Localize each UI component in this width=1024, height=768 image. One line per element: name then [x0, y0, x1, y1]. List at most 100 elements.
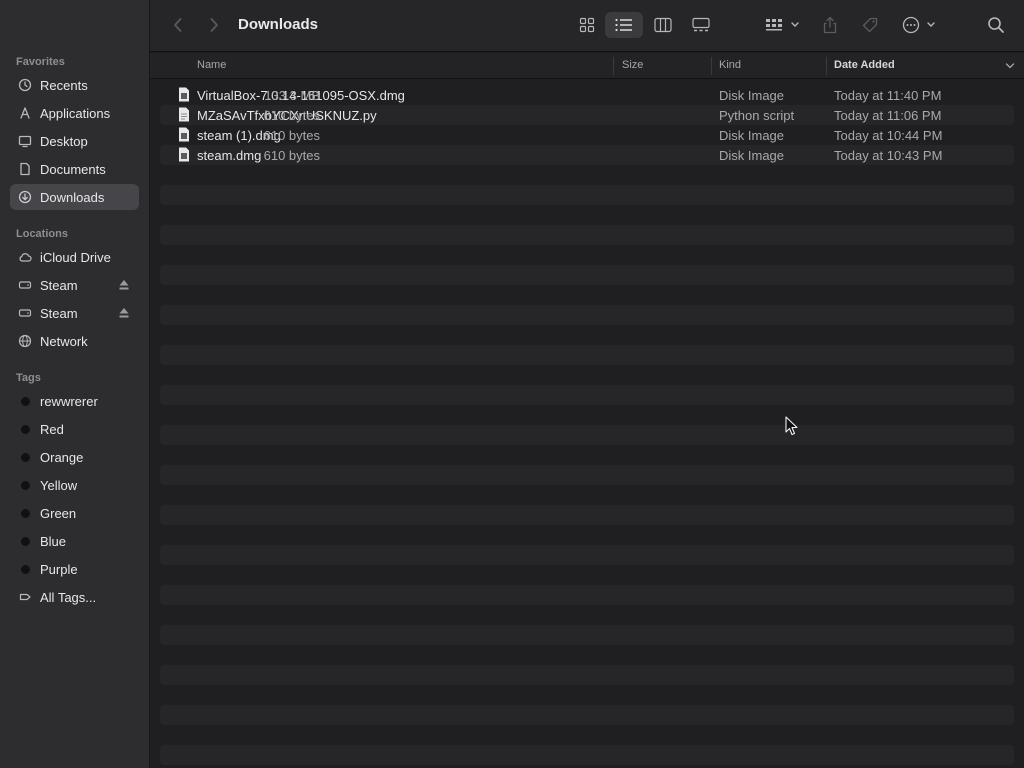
column-name[interactable]: Name: [197, 59, 226, 71]
share-icon: [823, 16, 837, 34]
sidebar-item-tag-yellow[interactable]: Yellow: [10, 472, 139, 498]
group-by-button[interactable]: [762, 12, 804, 38]
chevron-right-icon: [210, 18, 218, 32]
sidebar-item-tag-blue[interactable]: Blue: [10, 528, 139, 554]
file-kind: Disk Image: [719, 148, 785, 163]
column-view-button[interactable]: [646, 12, 680, 38]
search-button[interactable]: [984, 12, 1008, 38]
grid-icon: [579, 17, 595, 33]
favorites-header: Favorites: [16, 56, 65, 68]
disk-image-file-icon: [179, 127, 189, 142]
sidebar-item-label: All Tags...: [40, 589, 97, 605]
sidebar-item-label: Orange: [40, 449, 84, 465]
sidebar-item-label: Purple: [40, 561, 78, 577]
sidebar-item-tag-purple[interactable]: Purple: [10, 556, 139, 582]
sidebar-item-tag-red[interactable]: Red: [10, 416, 139, 442]
more-actions-button[interactable]: [898, 12, 940, 38]
sidebar-item-downloads[interactable]: Downloads: [10, 184, 139, 210]
file-date-added: Today at 11:06 PM: [834, 108, 942, 123]
all-tags-icon: [18, 590, 32, 604]
sidebar-item-all-tags[interactable]: All Tags...: [10, 584, 139, 610]
tag-color-icon: [18, 478, 32, 492]
disk-image-file-icon: [179, 87, 189, 102]
tag-button[interactable]: [858, 12, 882, 38]
column-header-bar: Name Size Kind Date Added: [150, 53, 1024, 79]
sidebar: Favorites Recents Applications Desktop D…: [0, 0, 150, 768]
drive-icon: [18, 306, 32, 320]
columns-icon: [654, 17, 672, 33]
forward-button[interactable]: [204, 12, 224, 38]
column-divider[interactable]: [826, 57, 827, 75]
sidebar-item-steam[interactable]: Steam: [10, 300, 139, 326]
file-size: 610 bytes: [263, 128, 320, 143]
sidebar-item-label: Applications: [40, 105, 111, 121]
tag-color-icon: [18, 506, 32, 520]
tag-color-icon: [18, 422, 32, 436]
file-kind: Python script: [719, 108, 795, 123]
drive-icon: [18, 278, 32, 292]
sidebar-item-label: Documents: [40, 161, 106, 177]
sidebar-item-tag-green[interactable]: Green: [10, 500, 139, 526]
back-button[interactable]: [168, 12, 188, 38]
table-row[interactable]: steam (1).dmg 610 bytes Disk Image Today…: [160, 125, 1014, 145]
column-kind[interactable]: Kind: [719, 59, 741, 71]
tags-header: Tags: [16, 372, 41, 384]
gallery-icon: [692, 17, 710, 32]
file-kind: Disk Image: [719, 88, 785, 103]
file-date-added: Today at 10:43 PM: [834, 148, 943, 163]
table-row[interactable]: VirtualBox-7.0.14-161095-OSX.dmg 133.3 M…: [160, 85, 1014, 105]
column-size[interactable]: Size: [622, 59, 643, 71]
sidebar-item-steam[interactable]: Steam: [10, 272, 139, 298]
icon-view-button[interactable]: [570, 12, 604, 38]
tag-color-icon: [18, 394, 32, 408]
desktop-icon: [18, 134, 32, 148]
cloud-icon: [18, 250, 32, 264]
sidebar-item-label: Red: [40, 421, 64, 437]
eject-icon[interactable]: [119, 279, 129, 291]
sidebar-item-applications[interactable]: Applications: [10, 100, 139, 126]
locations-header: Locations: [16, 228, 68, 240]
toolbar: Downloads: [150, 0, 1024, 52]
column-divider[interactable]: [613, 57, 614, 75]
file-date-added: Today at 10:44 PM: [834, 128, 943, 143]
sidebar-item-desktop[interactable]: Desktop: [10, 128, 139, 154]
sidebar-item-documents[interactable]: Documents: [10, 156, 139, 182]
list-icon: [615, 18, 632, 32]
sidebar-item-recents[interactable]: Recents: [10, 72, 139, 98]
table-row[interactable]: steam.dmg 610 bytes Disk Image Today at …: [160, 145, 1014, 165]
sidebar-item-label: Green: [40, 505, 77, 521]
sidebar-item-label: Downloads: [40, 189, 105, 205]
tag-color-icon: [18, 450, 32, 464]
column-date-added[interactable]: Date Added: [834, 59, 895, 71]
eject-icon[interactable]: [119, 307, 129, 319]
column-divider[interactable]: [711, 57, 712, 75]
list-view-button[interactable]: [605, 12, 643, 38]
sidebar-item-icloud-drive[interactable]: iCloud Drive: [10, 244, 139, 270]
file-kind: Disk Image: [719, 128, 785, 143]
applications-icon: [18, 106, 32, 120]
main-content: Downloads Name Size Kind Date Added Virt…: [150, 0, 1024, 768]
sidebar-item-label: Recents: [40, 77, 88, 93]
document-icon: [18, 162, 32, 176]
python-file-icon: [179, 107, 189, 122]
file-size: 610 bytes: [263, 108, 320, 123]
sidebar-item-label: Steam: [40, 305, 78, 321]
sidebar-item-label: rewwrerer: [40, 393, 98, 409]
tag-color-icon: [18, 562, 32, 576]
sidebar-item-label: Network: [40, 333, 88, 349]
share-button[interactable]: [818, 12, 842, 38]
sidebar-item-label: Blue: [40, 533, 67, 549]
gallery-view-button[interactable]: [684, 12, 718, 38]
sidebar-item-network[interactable]: Network: [10, 328, 139, 354]
sort-chevron-down-icon[interactable]: [1005, 62, 1015, 70]
ellipsis-circle-icon: [902, 16, 935, 34]
table-row[interactable]: MZaSAvTfxbYCXnUSKNUZ.py 610 bytes Python…: [160, 105, 1014, 125]
sidebar-item-tag-orange[interactable]: Orange: [10, 444, 139, 470]
tag-icon: [862, 17, 878, 33]
file-size: 133.3 MB: [264, 88, 320, 103]
file-name: steam.dmg: [197, 148, 262, 163]
sidebar-item-label: Steam: [40, 277, 78, 293]
sidebar-item-tag[interactable]: rewwrerer: [10, 388, 139, 414]
window-title: Downloads: [238, 16, 319, 33]
tag-color-icon: [18, 534, 32, 548]
